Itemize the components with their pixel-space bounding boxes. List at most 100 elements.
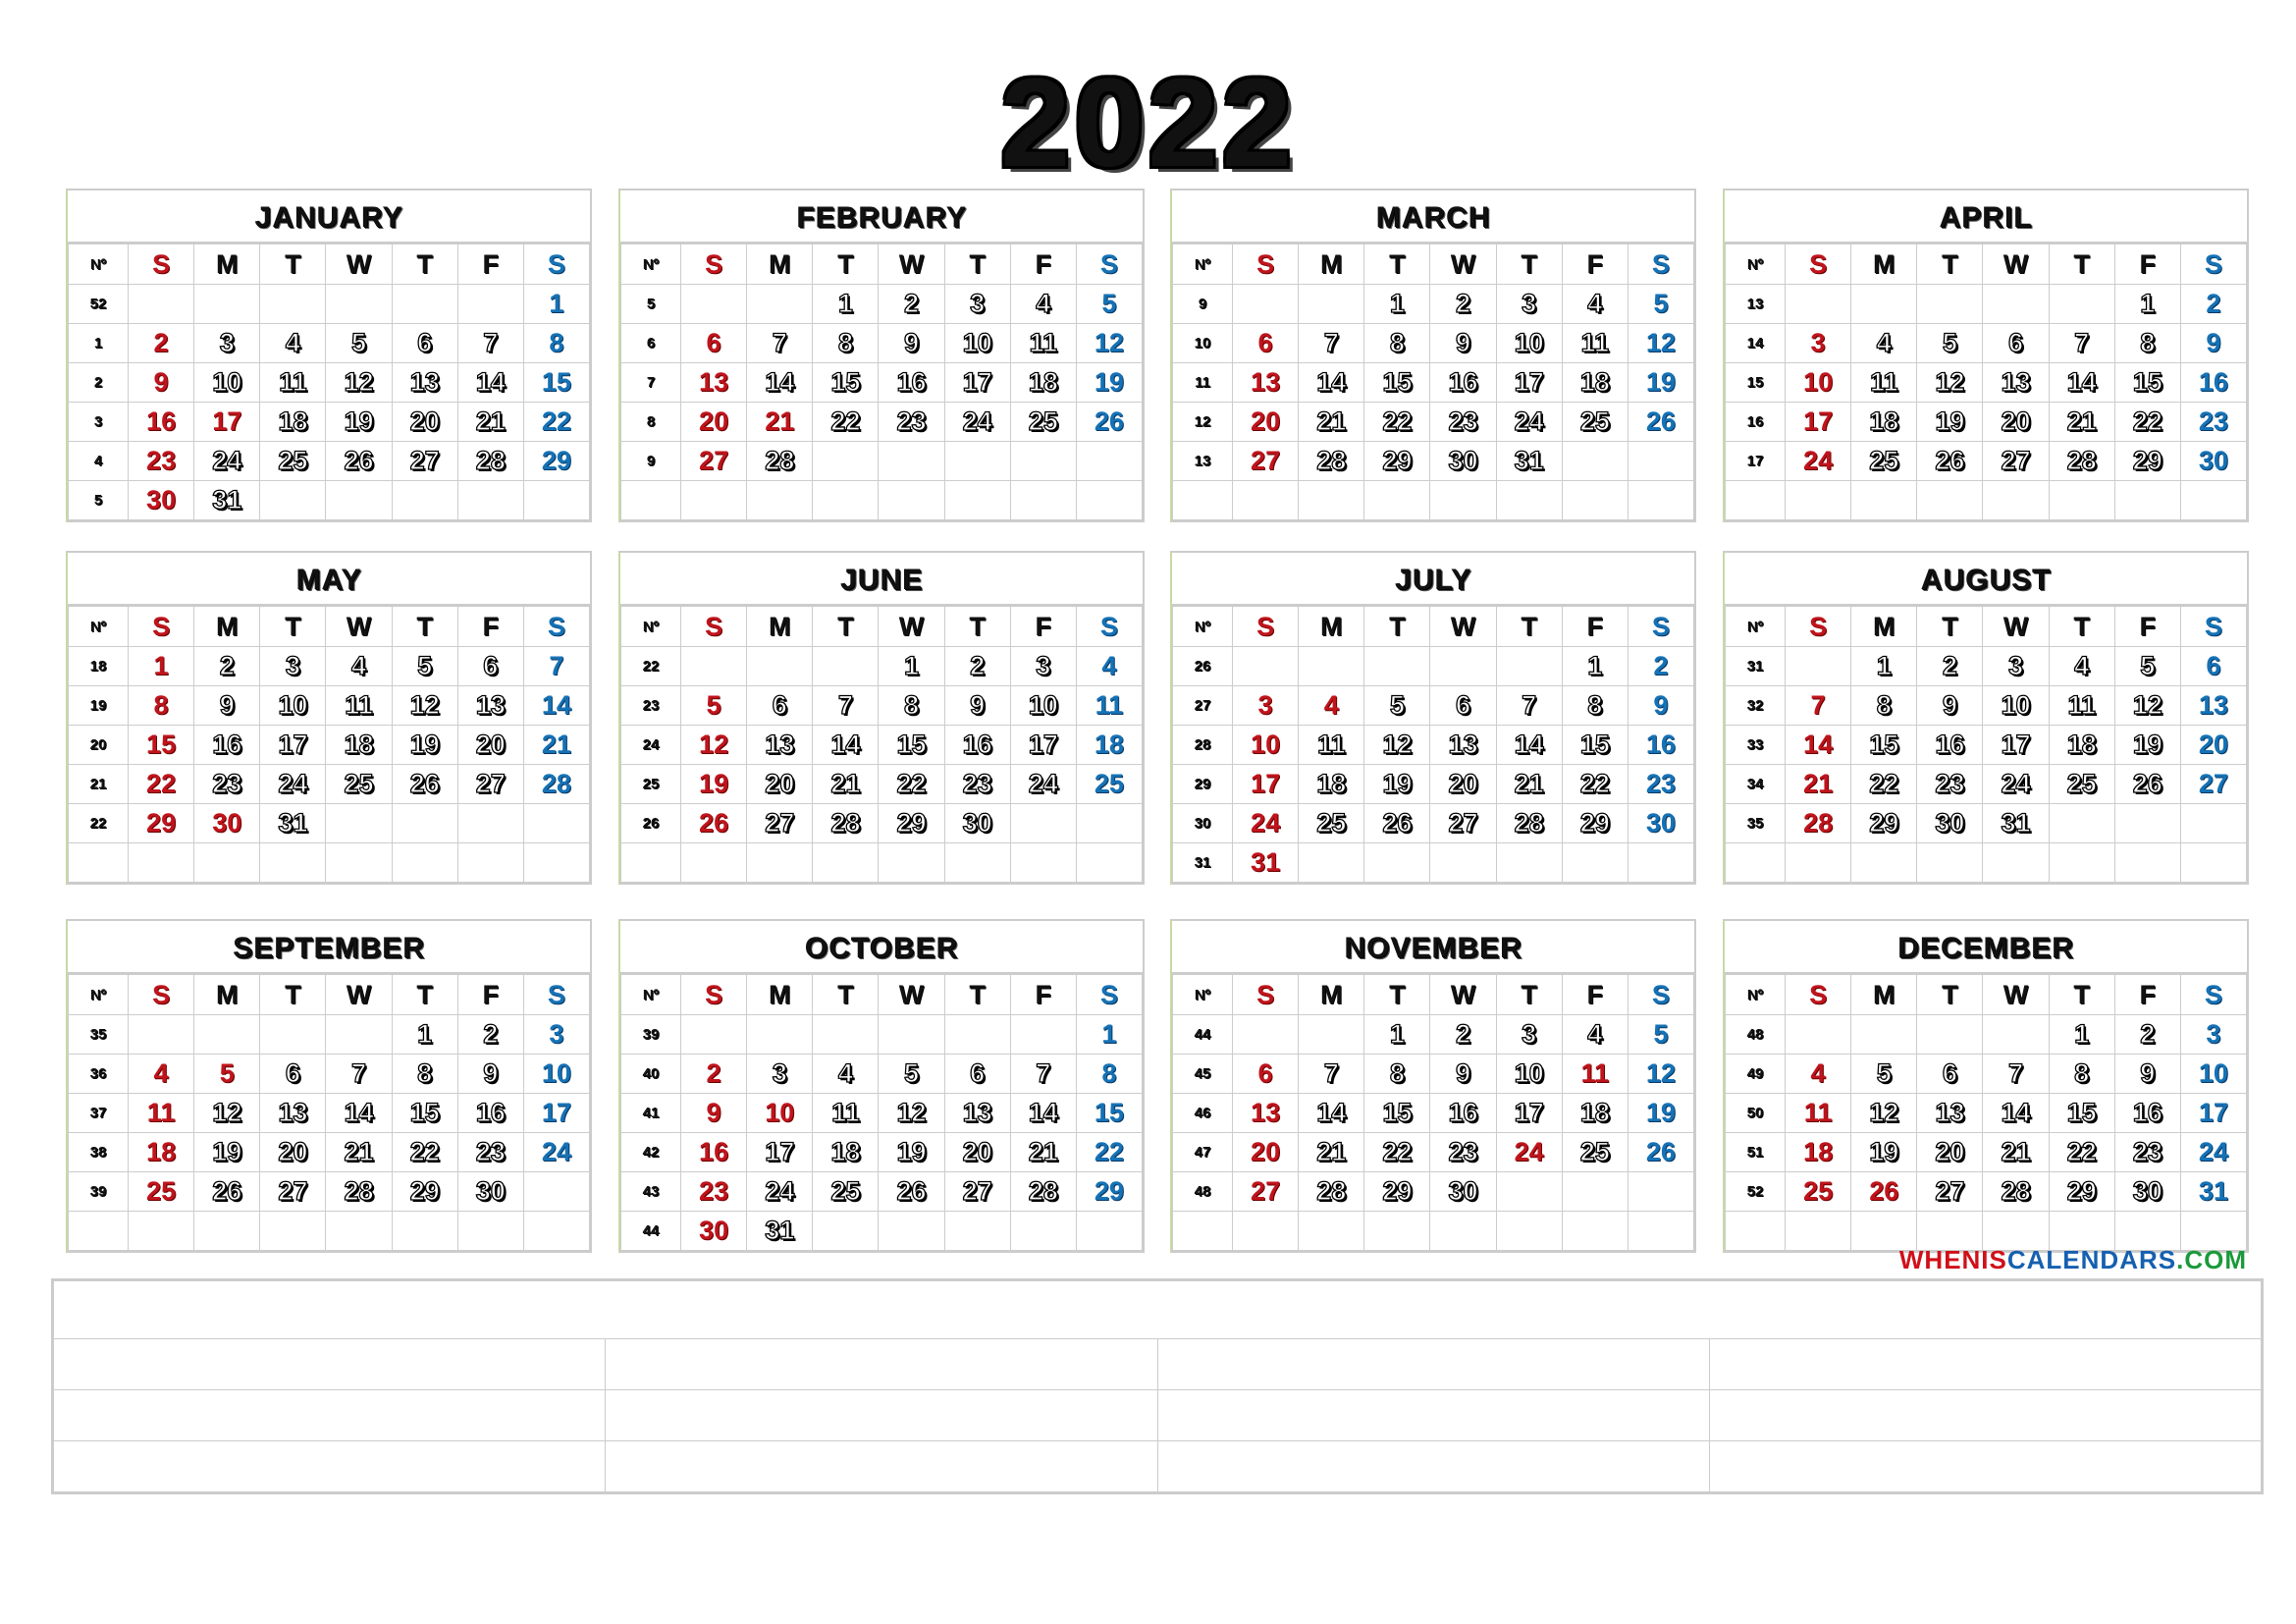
- day-cell[interactable]: 23: [679, 1171, 748, 1212]
- empty-day-cell[interactable]: [1784, 1014, 1852, 1055]
- day-cell[interactable]: 30: [2179, 441, 2248, 481]
- day-cell[interactable]: 28: [812, 803, 880, 843]
- notes-cell[interactable]: [1156, 1440, 1710, 1492]
- empty-day-cell[interactable]: [1298, 1014, 1365, 1055]
- empty-day-cell[interactable]: [1850, 284, 1918, 324]
- day-cell[interactable]: 30: [456, 1171, 524, 1212]
- day-cell[interactable]: 4: [1561, 284, 1629, 324]
- day-cell[interactable]: 13: [391, 362, 458, 403]
- day-cell[interactable]: 14: [522, 685, 591, 726]
- day-cell[interactable]: 29: [1075, 1171, 1144, 1212]
- empty-day-cell[interactable]: [522, 842, 591, 883]
- empty-day-cell[interactable]: [1298, 842, 1365, 883]
- day-cell[interactable]: 10: [1495, 1054, 1563, 1094]
- empty-day-cell[interactable]: [325, 1014, 393, 1055]
- day-cell[interactable]: 1: [127, 646, 195, 686]
- day-cell[interactable]: 24: [193, 441, 261, 481]
- day-cell[interactable]: 12: [1850, 1093, 1918, 1133]
- empty-day-cell[interactable]: [1231, 646, 1300, 686]
- empty-day-cell[interactable]: [812, 842, 880, 883]
- day-cell[interactable]: 1: [522, 284, 591, 324]
- empty-day-cell[interactable]: [1495, 480, 1563, 520]
- day-cell[interactable]: 10: [522, 1054, 591, 1094]
- day-cell[interactable]: 7: [1495, 685, 1563, 726]
- notes-cell[interactable]: [52, 1389, 607, 1441]
- day-cell[interactable]: 27: [1429, 803, 1497, 843]
- empty-day-cell[interactable]: [1916, 842, 1984, 883]
- day-cell[interactable]: 20: [1429, 764, 1497, 804]
- day-cell[interactable]: 13: [2179, 685, 2248, 726]
- day-cell[interactable]: 15: [127, 725, 195, 765]
- empty-day-cell[interactable]: [878, 441, 945, 481]
- day-cell[interactable]: 5: [1627, 1014, 1695, 1055]
- day-cell[interactable]: 28: [1982, 1171, 2050, 1212]
- day-cell[interactable]: 23: [1429, 1132, 1497, 1172]
- day-cell[interactable]: 17: [193, 402, 261, 442]
- day-cell[interactable]: 2: [127, 323, 195, 363]
- day-cell[interactable]: 11: [1298, 725, 1365, 765]
- day-cell[interactable]: 12: [391, 685, 458, 726]
- day-cell[interactable]: 14: [1495, 725, 1563, 765]
- empty-day-cell[interactable]: [259, 1211, 327, 1251]
- empty-day-cell[interactable]: [943, 1014, 1011, 1055]
- empty-day-cell[interactable]: [943, 1211, 1011, 1251]
- day-cell[interactable]: 6: [1231, 323, 1300, 363]
- day-cell[interactable]: 28: [1495, 803, 1563, 843]
- day-cell[interactable]: 7: [2048, 323, 2115, 363]
- empty-day-cell[interactable]: [1075, 803, 1144, 843]
- day-cell[interactable]: 4: [1784, 1054, 1852, 1094]
- day-cell[interactable]: 14: [812, 725, 880, 765]
- day-cell[interactable]: 25: [325, 764, 393, 804]
- notes-row[interactable]: [53, 1280, 2262, 1339]
- day-cell[interactable]: 9: [193, 685, 261, 726]
- day-cell[interactable]: 6: [746, 685, 814, 726]
- day-cell[interactable]: 20: [259, 1132, 327, 1172]
- day-cell[interactable]: 6: [1231, 1054, 1300, 1094]
- empty-day-cell[interactable]: [522, 480, 591, 520]
- day-cell[interactable]: 28: [325, 1171, 393, 1212]
- day-cell[interactable]: 22: [2113, 402, 2181, 442]
- day-cell[interactable]: 22: [1561, 764, 1629, 804]
- day-cell[interactable]: 20: [679, 402, 748, 442]
- empty-day-cell[interactable]: [1009, 803, 1077, 843]
- day-cell[interactable]: 30: [679, 1211, 748, 1251]
- day-cell[interactable]: 9: [456, 1054, 524, 1094]
- empty-day-cell[interactable]: [878, 842, 945, 883]
- empty-day-cell[interactable]: [1561, 480, 1629, 520]
- empty-day-cell[interactable]: [1429, 480, 1497, 520]
- day-cell[interactable]: 12: [1627, 323, 1695, 363]
- day-cell[interactable]: 29: [2048, 1171, 2115, 1212]
- day-cell[interactable]: 24: [1982, 764, 2050, 804]
- day-cell[interactable]: 28: [746, 441, 814, 481]
- empty-day-cell[interactable]: [1982, 1014, 2050, 1055]
- day-cell[interactable]: 1: [1561, 646, 1629, 686]
- day-cell[interactable]: 27: [259, 1171, 327, 1212]
- day-cell[interactable]: 7: [522, 646, 591, 686]
- day-cell[interactable]: 31: [259, 803, 327, 843]
- day-cell[interactable]: 19: [1075, 362, 1144, 403]
- day-cell[interactable]: 1: [812, 284, 880, 324]
- day-cell[interactable]: 24: [2179, 1132, 2248, 1172]
- day-cell[interactable]: 28: [522, 764, 591, 804]
- day-cell[interactable]: 9: [1916, 685, 1984, 726]
- day-cell[interactable]: 22: [812, 402, 880, 442]
- day-cell[interactable]: 10: [746, 1093, 814, 1133]
- day-cell[interactable]: 16: [193, 725, 261, 765]
- day-cell[interactable]: 12: [1627, 1054, 1695, 1094]
- day-cell[interactable]: 9: [2179, 323, 2248, 363]
- empty-day-cell[interactable]: [878, 1014, 945, 1055]
- empty-day-cell[interactable]: [522, 1211, 591, 1251]
- day-cell[interactable]: 18: [1561, 362, 1629, 403]
- day-cell[interactable]: 1: [2113, 284, 2181, 324]
- day-cell[interactable]: 18: [259, 402, 327, 442]
- day-cell[interactable]: 23: [1916, 764, 1984, 804]
- day-cell[interactable]: 1: [878, 646, 945, 686]
- day-cell[interactable]: 27: [1231, 441, 1300, 481]
- day-cell[interactable]: 7: [812, 685, 880, 726]
- day-cell[interactable]: 6: [1916, 1054, 1984, 1094]
- empty-day-cell[interactable]: [878, 480, 945, 520]
- day-cell[interactable]: 21: [1298, 402, 1365, 442]
- day-cell[interactable]: 25: [812, 1171, 880, 1212]
- day-cell[interactable]: 14: [456, 362, 524, 403]
- day-cell[interactable]: 2: [679, 1054, 748, 1094]
